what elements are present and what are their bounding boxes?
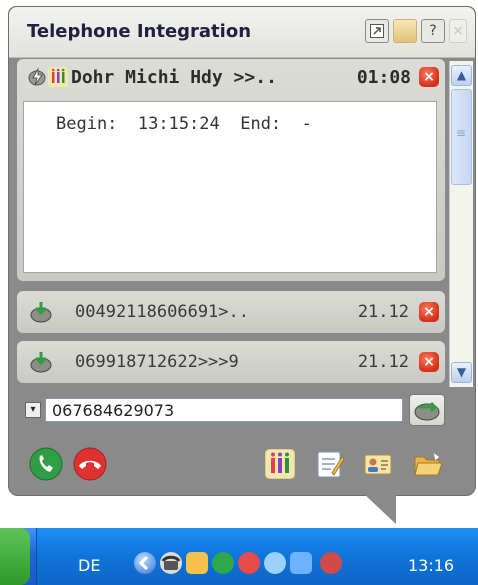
chevron-down-icon: ▼: [456, 365, 467, 379]
balloon-tail: [364, 494, 396, 524]
active-call-duration: 01:08: [356, 67, 411, 88]
telephone-integration-window: Telephone Integration ? × Dohr Michi Hdy…: [8, 6, 476, 496]
call-date: 21.12: [357, 352, 409, 372]
window-title: Telephone Integration: [27, 21, 252, 42]
folder-open-icon: [414, 450, 443, 476]
call-number: 00492118606691>..: [75, 302, 249, 322]
incoming-call-icon: [29, 351, 53, 377]
accept-call-button[interactable]: [29, 447, 63, 481]
tray-back-icon[interactable]: [134, 552, 156, 574]
active-call-panel: Dohr Michi Hdy >>.. 01:08 × Begin: 13:15…: [17, 59, 445, 281]
edit-note-icon: [317, 451, 345, 478]
contacts-button[interactable]: [264, 448, 296, 480]
contacts-app-icon: [264, 448, 296, 480]
call-list-item[interactable]: 069918712622>>>9 21.12 ×: [17, 341, 445, 383]
help-icon: ?: [429, 23, 437, 39]
tray-users-icon[interactable]: [212, 552, 234, 574]
scroll-up-button[interactable]: ▲: [451, 65, 472, 86]
grip-icon: ≡: [456, 126, 467, 140]
call-list-scrollbar[interactable]: ▲ ≡ ▼: [449, 61, 473, 387]
start-button[interactable]: [0, 528, 30, 585]
address-book-button[interactable]: [363, 449, 393, 479]
dial-bar: ▾: [17, 390, 445, 430]
tray-search-icon[interactable]: [264, 552, 286, 574]
tray-security-icon[interactable]: [238, 552, 260, 574]
call-list-item[interactable]: 00492118606691>.. 21.12 ×: [17, 291, 445, 333]
call-number: 069918712622>>>9: [75, 352, 239, 372]
hangup-call-button[interactable]: [73, 447, 107, 481]
close-icon: ×: [423, 69, 435, 85]
tray-antivirus-icon[interactable]: [320, 552, 342, 574]
help-button[interactable]: ?: [421, 19, 445, 43]
dial-button[interactable]: [409, 394, 445, 426]
call-detail-area[interactable]: Begin: 13:15:24 End: -: [23, 101, 437, 273]
restore-button[interactable]: [365, 19, 389, 43]
close-window-button[interactable]: ×: [449, 19, 467, 43]
chevron-up-icon: ▲: [456, 68, 467, 82]
tray-messenger-icon[interactable]: [186, 552, 208, 574]
dial-speed-icon: [27, 67, 47, 91]
open-folder-button[interactable]: [413, 449, 443, 479]
restore-icon: [370, 24, 384, 38]
chevron-down-icon: ▾: [30, 404, 36, 415]
address-card-icon: [364, 454, 392, 475]
scroll-thumb[interactable]: ≡: [451, 89, 472, 185]
active-call-title[interactable]: Dohr Michi Hdy >>..: [71, 67, 277, 88]
close-icon: ×: [423, 304, 435, 320]
tray-telephone-icon[interactable]: [160, 552, 182, 574]
dial-phone-icon: [414, 401, 440, 421]
language-indicator[interactable]: DE: [78, 556, 100, 575]
taskbar-clock[interactable]: 13:16: [408, 556, 454, 575]
phone-accept-icon: [29, 447, 63, 481]
close-icon: ×: [452, 23, 464, 39]
tray-network-icon[interactable]: [290, 552, 312, 574]
call-detail-text: Begin: 13:15:24 End: -: [56, 114, 312, 134]
dial-number-input[interactable]: [45, 398, 403, 422]
incoming-call-icon: [29, 301, 53, 327]
close-icon: ×: [423, 354, 435, 370]
scroll-down-button[interactable]: ▼: [451, 362, 472, 383]
phone-hangup-icon: [73, 447, 107, 481]
remove-call-button[interactable]: ×: [419, 302, 439, 322]
pin-button[interactable]: [393, 19, 417, 43]
remove-call-button[interactable]: ×: [419, 352, 439, 372]
call-date: 21.12: [357, 302, 409, 322]
title-bar[interactable]: Telephone Integration ? ×: [9, 7, 475, 58]
contact-app-icon: [48, 67, 68, 91]
active-call-close-button[interactable]: ×: [419, 67, 439, 87]
new-note-button[interactable]: [315, 449, 345, 479]
dial-history-dropdown[interactable]: ▾: [25, 402, 41, 418]
